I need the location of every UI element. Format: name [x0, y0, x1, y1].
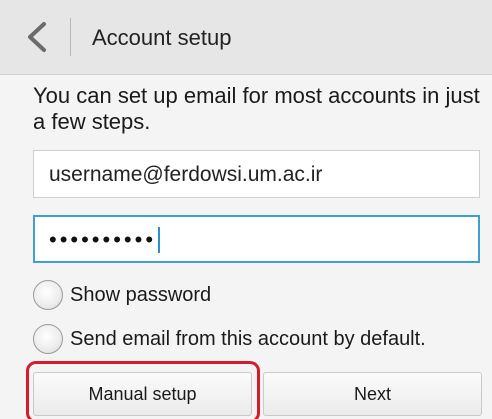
page-title: Account setup: [92, 25, 232, 50]
email-field[interactable]: username@ferdowsi.um.ac.ir: [33, 150, 480, 198]
password-field[interactable]: ••••••••••: [33, 215, 480, 263]
back-button[interactable]: [22, 20, 52, 54]
show-password-checkbox[interactable]: [33, 280, 63, 310]
password-dots: ••••••••••: [49, 227, 157, 252]
action-bar-divider: [70, 18, 71, 56]
password-field-value: ••••••••••: [49, 227, 161, 253]
next-button[interactable]: Next: [263, 372, 482, 416]
manual-setup-button[interactable]: Manual setup: [33, 372, 252, 416]
default-account-label: Send email from this account by default.: [70, 328, 426, 350]
text-cursor: [158, 227, 161, 253]
show-password-option[interactable]: Show password: [33, 279, 483, 313]
default-account-option[interactable]: Send email from this account by default.: [33, 323, 483, 357]
default-account-checkbox[interactable]: [33, 324, 63, 354]
account-setup-screen: Account setup You can set up email for m…: [0, 0, 492, 419]
intro-text: You can set up email for most accounts i…: [33, 83, 480, 134]
chevron-left-icon: [28, 22, 46, 52]
show-password-label: Show password: [70, 284, 212, 306]
email-field-value: username@ferdowsi.um.ac.ir: [49, 163, 323, 186]
action-bar: Account setup: [0, 0, 492, 75]
